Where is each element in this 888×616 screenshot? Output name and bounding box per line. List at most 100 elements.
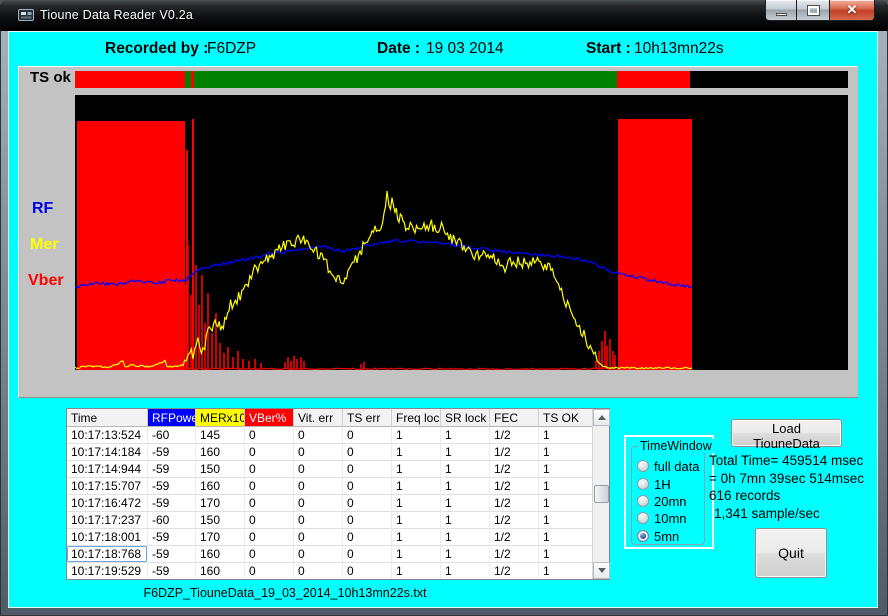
table-cell: 1/2 [490, 546, 539, 563]
table-row[interactable]: 10:17:14:184-59160000111/21 [67, 444, 593, 461]
records-count: 616 records [709, 488, 780, 503]
table-row[interactable]: 10:17:13:524-60145000111/21 [67, 427, 593, 444]
window-title: Tioune Data Reader V0.2a [40, 8, 193, 22]
column-header-ts-ok[interactable]: TS OK [539, 409, 593, 427]
arrow-up-icon [598, 415, 606, 420]
table-cell: 1 [539, 529, 593, 546]
start-label: Start : [586, 40, 631, 58]
table-cell: 0 [294, 546, 343, 563]
radio-10mn[interactable]: 10mn [637, 510, 687, 526]
date-value: 19 03 2014 [426, 40, 504, 58]
radio-label: 10mn [654, 511, 687, 526]
column-header-vit-err[interactable]: Vit. err [294, 409, 343, 427]
app-icon [18, 8, 35, 23]
quit-button[interactable]: Quit [755, 528, 827, 578]
table-cell: 1/2 [490, 444, 539, 461]
timewindow-legend: TimeWindow [638, 439, 714, 453]
table-cell: 1/2 [490, 461, 539, 478]
table-cell: 10:17:19:529 [67, 563, 148, 579]
trace-label-mer: Mer [30, 236, 58, 254]
app-window: Tioune Data Reader V0.2a ✕ Recorded by :… [0, 0, 888, 616]
table-cell: 0 [294, 563, 343, 579]
table-cell: 170 [196, 495, 245, 512]
table-cell: 1 [392, 529, 441, 546]
table-row[interactable]: 10:17:18:001-59170000111/21 [67, 529, 593, 546]
column-header-freq-lock[interactable]: Freq lock [392, 409, 441, 427]
table-cell: 170 [196, 529, 245, 546]
sample-rate: 1,341 sample/sec [714, 506, 820, 521]
table-cell: 10:17:14:944 [67, 461, 148, 478]
scroll-up-button[interactable] [593, 409, 610, 426]
load-tiounedata-button[interactable]: Load TiouneData [731, 419, 842, 447]
close-icon: ✕ [847, 2, 858, 18]
radio-label: 20mn [654, 494, 687, 509]
table-cell: 0 [245, 461, 294, 478]
table-cell: 0 [343, 427, 392, 444]
date-label: Date : [377, 40, 420, 58]
table-cell: 0 [294, 495, 343, 512]
table-cell: -59 [148, 444, 196, 461]
table-cell: 10:17:15:707 [67, 478, 148, 495]
total-time-msec: Total Time= 459514 msec [709, 453, 863, 468]
column-header-ts-err[interactable]: TS err [343, 409, 392, 427]
table-cell: 0 [294, 461, 343, 478]
minimize-button[interactable] [765, 0, 797, 21]
table-cell: 1/2 [490, 529, 539, 546]
table-cell: 10:17:13:524 [67, 427, 148, 444]
table-cell: 160 [196, 444, 245, 461]
table-cell: 1 [392, 461, 441, 478]
column-header-fec[interactable]: FEC [490, 409, 539, 427]
radio-full-data[interactable]: full data [637, 458, 700, 474]
column-header-vber-[interactable]: VBer% [245, 409, 294, 427]
caption-buttons: ✕ [765, 0, 875, 22]
table-cell: 1 [539, 495, 593, 512]
total-time-hms: = 0h 7mn 39sec 514msec [709, 471, 864, 486]
table-cell: 1/2 [490, 512, 539, 529]
table-cell: -59 [148, 529, 196, 546]
table-cell: 1 [392, 512, 441, 529]
table-cell: 0 [245, 444, 294, 461]
table-row[interactable]: 10:17:17:237-60150000111/21 [67, 512, 593, 529]
table-cell: 1/2 [490, 495, 539, 512]
column-header-rfpower[interactable]: RFPower [148, 409, 196, 427]
table-header-row: TimeRFPowerMERx10VBer%Vit. errTS errFreq… [67, 409, 593, 427]
arrow-down-icon [598, 568, 606, 573]
table-cell: 0 [294, 529, 343, 546]
table-row[interactable]: 10:17:18:768-59160000111/21 [67, 546, 593, 563]
vertical-scrollbar[interactable] [592, 409, 609, 579]
table-cell: 150 [196, 512, 245, 529]
table-cell: 1 [392, 495, 441, 512]
table-cell: 1/2 [490, 563, 539, 579]
column-header-time[interactable]: Time [67, 409, 148, 427]
column-header-sr-lock[interactable]: SR lock [441, 409, 490, 427]
column-header-merx10[interactable]: MERx10 [196, 409, 245, 427]
scroll-down-button[interactable] [593, 562, 610, 579]
table-cell: 1 [441, 427, 490, 444]
table-cell: 1 [392, 563, 441, 579]
table-cell: 10:17:17:237 [67, 512, 148, 529]
table-cell: 10:17:18:001 [67, 529, 148, 546]
table-cell: 0 [245, 529, 294, 546]
table-cell: 1 [539, 512, 593, 529]
maximize-button[interactable] [797, 0, 829, 21]
title-bar: Tioune Data Reader V0.2a ✕ [0, 0, 888, 31]
radio-5mn[interactable]: 5mn [637, 528, 679, 544]
table-cell: 10:17:18:768 [67, 546, 148, 563]
table-cell: 0 [343, 444, 392, 461]
table-cell: 1 [441, 529, 490, 546]
table-row[interactable]: 10:17:19:529-59160000111/21 [67, 563, 593, 579]
table-cell: 0 [245, 512, 294, 529]
close-button[interactable]: ✕ [829, 0, 875, 21]
table-cell: 160 [196, 478, 245, 495]
table-row[interactable]: 10:17:16:472-59170000111/21 [67, 495, 593, 512]
table-cell: 0 [245, 495, 294, 512]
radio-unselected-icon [637, 495, 649, 507]
table-row[interactable]: 10:17:14:944-59150000111/21 [67, 461, 593, 478]
table-cell: 0 [343, 546, 392, 563]
radio-20mn[interactable]: 20mn [637, 493, 687, 509]
scroll-thumb[interactable] [594, 485, 609, 503]
radio-1H[interactable]: 1H [637, 476, 671, 492]
table-row[interactable]: 10:17:15:707-59160000111/21 [67, 478, 593, 495]
table-cell: -59 [148, 546, 196, 563]
table-cell: 0 [294, 427, 343, 444]
